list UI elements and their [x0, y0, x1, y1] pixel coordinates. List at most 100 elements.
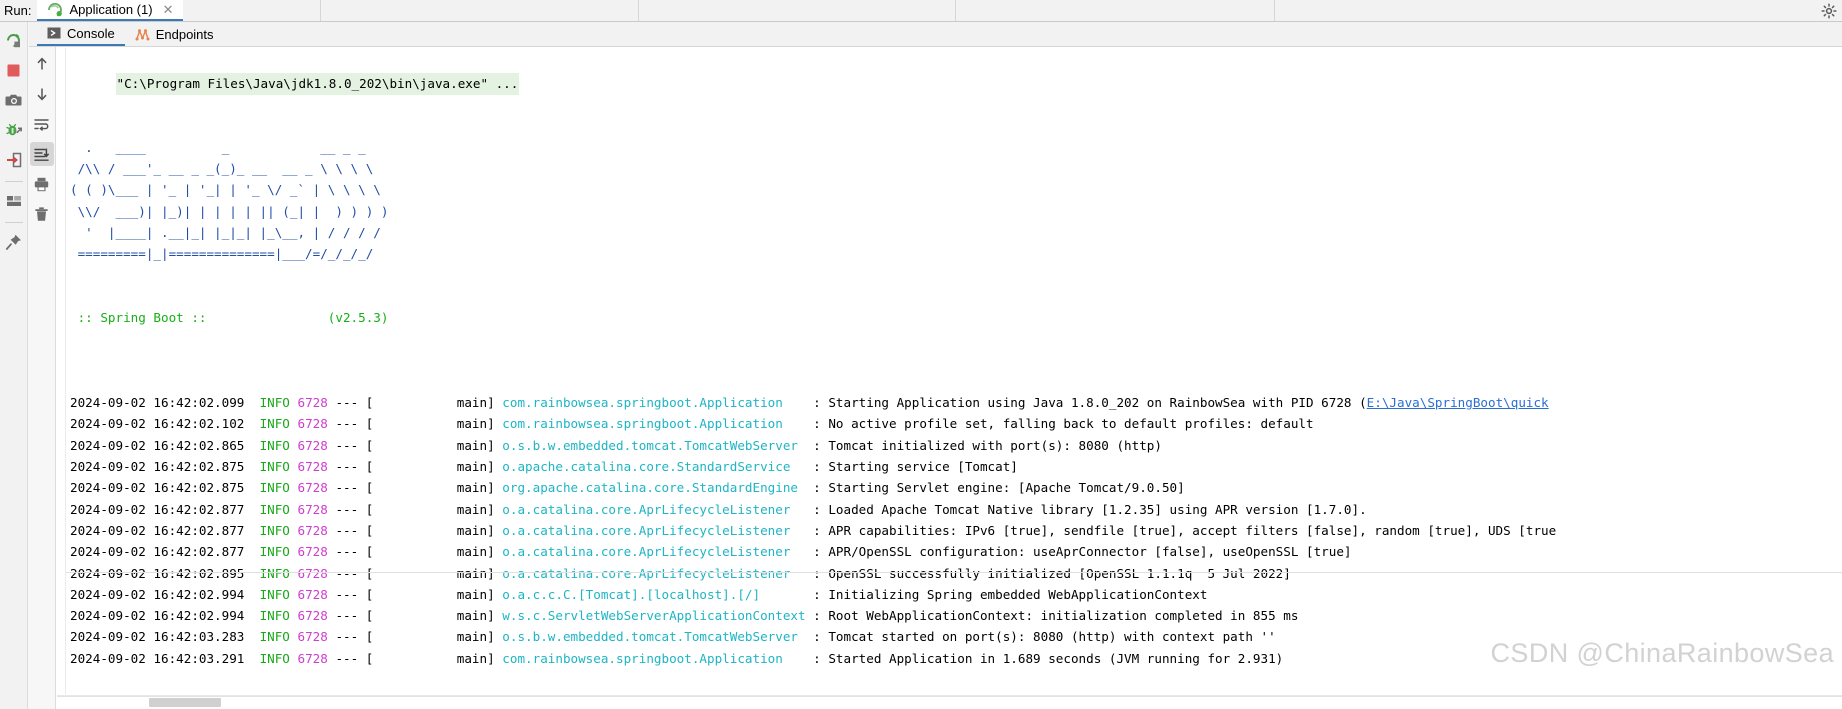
close-icon[interactable]: ✕ — [161, 3, 176, 16]
up-button[interactable] — [30, 52, 54, 76]
log-separator: --- — [335, 438, 358, 453]
log-message: : Starting service [Tomcat] — [813, 459, 1018, 474]
rerun-icon — [5, 32, 22, 49]
run-tab-application[interactable]: Application (1) ✕ — [37, 0, 183, 21]
log-thread: main — [457, 651, 487, 666]
log-separator: --- — [335, 587, 358, 602]
log-pid: 6728 — [298, 629, 328, 644]
log-separator: --- — [335, 459, 358, 474]
log-pid: 6728 — [298, 438, 328, 453]
log-level: INFO — [260, 566, 290, 581]
log-separator: --- — [335, 502, 358, 517]
bug-icon — [5, 121, 23, 139]
log-pid: 6728 — [298, 523, 328, 538]
tab-console[interactable]: Console — [37, 22, 125, 46]
log-logger: o.s.b.w.embedded.tomcat.TomcatWebServer — [502, 629, 805, 644]
attach-button[interactable] — [2, 148, 26, 172]
log-thread: main — [457, 459, 487, 474]
stop-square-icon — [5, 62, 22, 79]
gear-icon[interactable] — [1820, 2, 1838, 20]
log-link: E:\Java\SpringBoot\quick — [1367, 395, 1549, 410]
print-button[interactable] — [30, 172, 54, 196]
debug-button[interactable] — [2, 118, 26, 142]
tab-endpoints-label: Endpoints — [156, 27, 214, 42]
log-timestamp: 2024-09-02 16:42:02.877 — [70, 544, 244, 559]
log-separator: --- — [335, 651, 358, 666]
pin-button[interactable] — [2, 230, 26, 254]
stop-button[interactable] — [2, 58, 26, 82]
log-line: 2024-09-02 16:42:02.994 INFO 6728 --- [ … — [70, 605, 1842, 626]
horizontal-scrollbar-thumb[interactable] — [149, 698, 221, 707]
log-pid: 6728 — [298, 544, 328, 559]
log-level: INFO — [260, 480, 290, 495]
log-thread: main — [457, 587, 487, 602]
horizontal-scrollbar[interactable] — [57, 696, 1842, 709]
console-output-panel[interactable]: "C:\Program Files\Java\jdk1.8.0_202\bin\… — [57, 48, 1842, 694]
log-line: 2024-09-02 16:42:02.877 INFO 6728 --- [ … — [70, 520, 1842, 541]
log-thread: main — [457, 608, 487, 623]
log-separator: --- — [335, 544, 358, 559]
rail-divider — [5, 181, 23, 182]
log-level: INFO — [260, 544, 290, 559]
log-timestamp: 2024-09-02 16:42:02.877 — [70, 523, 244, 538]
log-level: INFO — [260, 651, 290, 666]
log-line: 2024-09-02 16:42:02.875 INFO 6728 --- [ … — [70, 477, 1842, 498]
log-thread: main — [457, 566, 487, 581]
log-pid: 6728 — [298, 502, 328, 517]
log-thread: main — [457, 629, 487, 644]
banner-line: /\\ / ___'_ __ _ _(_)_ __ __ _ \ \ \ \ — [70, 158, 1842, 179]
pin-icon — [5, 233, 23, 251]
banner-line: ( ( )\___ | '_ | '_| | '_ \/ _` | \ \ \ … — [70, 179, 1842, 200]
toolbar-divider — [955, 0, 956, 21]
arrow-up-icon — [34, 56, 50, 72]
console-play-icon — [47, 26, 61, 40]
log-timestamp: 2024-09-02 16:42:02.099 — [70, 395, 244, 410]
clear-all-button[interactable] — [30, 202, 54, 226]
log-logger: o.apache.catalina.core.StandardService — [502, 459, 805, 474]
console-gutter — [57, 48, 66, 694]
log-logger: o.s.b.w.embedded.tomcat.TomcatWebServer — [502, 438, 805, 453]
log-level: INFO — [260, 416, 290, 431]
banner-line: \\/ ___)| |_)| | | | | || (_| | ) ) ) ) — [70, 201, 1842, 222]
log-level: INFO — [260, 459, 290, 474]
log-logger: o.a.catalina.core.AprLifecycleListener — [502, 544, 805, 559]
toolbar-divider — [1274, 0, 1275, 21]
scroll-to-end-button[interactable] — [30, 142, 54, 166]
log-message: : Started Application in 1.689 seconds (… — [813, 651, 1283, 666]
log-message: : Starting Application using Java 1.8.0_… — [813, 395, 1367, 410]
log-message: : APR/OpenSSL configuration: useAprConne… — [813, 544, 1351, 559]
soft-wrap-button[interactable] — [30, 112, 54, 136]
camera-icon — [5, 91, 23, 109]
log-line: 2024-09-02 16:42:02.865 INFO 6728 --- [ … — [70, 435, 1842, 456]
toolbar-divider — [320, 0, 321, 21]
tab-endpoints[interactable]: Endpoints — [125, 22, 224, 46]
log-timestamp: 2024-09-02 16:42:03.283 — [70, 629, 244, 644]
log-thread: main — [457, 395, 487, 410]
attach-arrow-icon — [5, 151, 23, 169]
log-logger: o.a.catalina.core.AprLifecycleListener — [502, 523, 805, 538]
log-line: 2024-09-02 16:42:02.877 INFO 6728 --- [ … — [70, 499, 1842, 520]
log-timestamp: 2024-09-02 16:42:02.994 — [70, 587, 244, 602]
run-tool-window: Run: Application (1) ✕ — [0, 0, 1842, 709]
soft-wrap-icon — [33, 116, 50, 133]
log-message: : Loaded Apache Tomcat Native library [1… — [813, 502, 1367, 517]
log-pid: 6728 — [298, 608, 328, 623]
log-timestamp: 2024-09-02 16:42:02.877 — [70, 502, 244, 517]
log-timestamp: 2024-09-02 16:42:03.291 — [70, 651, 244, 666]
log-level: INFO — [260, 587, 290, 602]
layout-button[interactable] — [2, 189, 26, 213]
run-label: Run: — [0, 0, 37, 21]
log-line: 2024-09-02 16:42:02.877 INFO 6728 --- [ … — [70, 541, 1842, 562]
log-separator: --- — [335, 566, 358, 581]
rerun-button[interactable] — [2, 28, 26, 52]
log-pid: 6728 — [298, 395, 328, 410]
log-line: 2024-09-02 16:42:02.099 INFO 6728 --- [ … — [70, 392, 1842, 413]
log-logger: com.rainbowsea.springboot.Application — [502, 416, 805, 431]
screenshot-button[interactable] — [2, 88, 26, 112]
log-level: INFO — [260, 523, 290, 538]
log-message: : Tomcat initialized with port(s): 8080 … — [813, 438, 1162, 453]
log-level: INFO — [260, 608, 290, 623]
printer-icon — [33, 176, 50, 193]
endpoints-icon — [135, 27, 150, 42]
down-button[interactable] — [30, 82, 54, 106]
